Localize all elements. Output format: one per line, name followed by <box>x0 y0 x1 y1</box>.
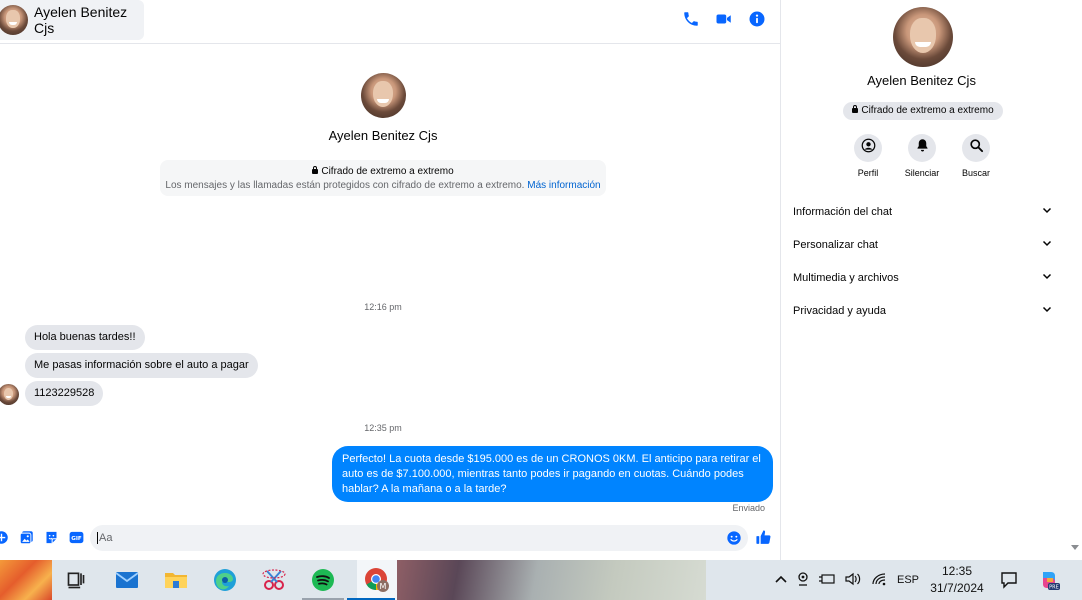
lock-icon <box>312 166 319 174</box>
sticker-icon[interactable] <box>44 530 59 545</box>
details-actions: Perfil Silenciar Buscar <box>841 134 1003 178</box>
chevron-down-icon <box>1041 270 1053 285</box>
details-avatar[interactable] <box>893 7 953 67</box>
section-privacy-help[interactable]: Privacidad y ayuda <box>793 294 1053 327</box>
clock-date: 31/7/2024 <box>930 581 984 595</box>
clock[interactable]: 12:35 31/7/2024 <box>928 563 986 597</box>
profile-button[interactable]: Perfil <box>841 134 895 178</box>
search-icon <box>969 138 984 158</box>
task-view-icon[interactable] <box>62 566 90 594</box>
copilot-icon[interactable]: PRE <box>1038 569 1060 596</box>
scroll-down-arrow[interactable] <box>1071 545 1079 550</box>
system-tray: ESP <box>775 560 919 600</box>
outgoing-message[interactable]: Perfecto! La cuota desde $195.000 es de … <box>332 446 773 502</box>
incoming-message[interactable]: Me pasas información sobre el auto a pag… <box>25 353 258 378</box>
windows-taskbar: M ESP 12:35 31/7/2024 PRE <box>0 560 1082 600</box>
mute-label: Silenciar <box>904 168 940 178</box>
svg-text:M: M <box>380 582 387 591</box>
message-composer: GIF Aa <box>0 522 780 554</box>
chevron-down-icon <box>1041 303 1053 318</box>
conversation-profile: Ayelen Benitez Cjs <box>0 73 766 143</box>
encryption-title: Cifrado de extremo a extremo <box>160 166 606 177</box>
phone-icon[interactable] <box>682 10 700 28</box>
search-button[interactable]: Buscar <box>949 134 1003 178</box>
chevron-up-icon[interactable] <box>775 573 787 588</box>
edge-browser-icon[interactable] <box>211 566 239 594</box>
profile-label: Perfil <box>857 168 879 178</box>
message-sender-avatar <box>0 384 19 405</box>
header-contact-button[interactable]: Ayelen Benitez Cjs <box>0 0 144 40</box>
gif-icon[interactable]: GIF <box>69 530 84 545</box>
clock-time: 12:35 <box>941 564 973 578</box>
gallery-icon[interactable] <box>19 530 34 545</box>
bell-icon <box>915 138 930 158</box>
svg-text:GIF: GIF <box>71 536 82 542</box>
profile-avatar[interactable] <box>360 73 406 118</box>
emoji-icon[interactable] <box>726 530 742 551</box>
text-caret <box>97 532 98 545</box>
volume-icon[interactable] <box>845 572 861 589</box>
search-label: Buscar <box>961 168 990 178</box>
encryption-badge[interactable]: Cifrado de extremo a extremo <box>843 102 1003 120</box>
chat-header: Ayelen Benitez Cjs <box>0 0 780 44</box>
info-icon[interactable] <box>748 10 766 28</box>
file-explorer-icon[interactable] <box>162 566 190 594</box>
details-name: Ayelen Benitez Cjs <box>867 73 976 88</box>
section-customize-chat[interactable]: Personalizar chat <box>793 228 1053 261</box>
chat-details-panel: Ayelen Benitez Cjs Cifrado de extremo a … <box>781 0 1082 560</box>
webcam-icon[interactable] <box>797 571 809 589</box>
chevron-down-icon <box>1041 204 1053 219</box>
snipping-tool-icon[interactable] <box>260 566 288 594</box>
mail-icon[interactable] <box>113 566 141 594</box>
header-avatar <box>0 5 28 35</box>
plus-circle-icon[interactable] <box>0 530 9 545</box>
incoming-message[interactable]: 1123229528 <box>25 381 104 406</box>
incoming-message[interactable]: Hola buenas tardes!! <box>25 325 145 350</box>
mute-button[interactable]: Silenciar <box>895 134 949 178</box>
chevron-down-icon <box>1041 237 1053 252</box>
svg-text:PRE: PRE <box>1049 585 1059 591</box>
more-info-link[interactable]: Más información <box>527 180 600 191</box>
wifi-icon[interactable] <box>871 572 887 589</box>
thumbs-up-icon[interactable] <box>755 529 772 551</box>
section-media-files[interactable]: Multimedia y archivos <box>793 261 1053 294</box>
chat-panel: Ayelen Benitez Cjs Ayelen Benitez Cjs Ci… <box>0 0 780 560</box>
profile-icon <box>861 138 876 158</box>
encryption-notice: Cifrado de extremo a extremo Los mensaje… <box>160 160 606 196</box>
composer-toolbar: GIF <box>0 530 84 545</box>
header-contact-name: Ayelen Benitez Cjs <box>34 4 128 36</box>
notification-icon[interactable] <box>1000 571 1018 594</box>
battery-plug-icon[interactable] <box>819 573 835 588</box>
details-sections: Información del chat Personalizar chat M… <box>793 195 1053 327</box>
chrome-browser-icon[interactable]: M <box>357 560 397 600</box>
wallpaper-strip <box>0 560 52 600</box>
message-timestamp: 12:16 pm <box>364 302 402 312</box>
profile-name: Ayelen Benitez Cjs <box>328 128 438 143</box>
video-icon[interactable] <box>715 10 733 28</box>
encryption-description: Los mensajes y las llamadas están proteg… <box>165 180 601 191</box>
wallpaper-strip <box>396 560 706 600</box>
language-indicator[interactable]: ESP <box>897 574 919 586</box>
message-input[interactable]: Aa <box>90 525 748 551</box>
lock-icon <box>852 105 859 113</box>
section-chat-info[interactable]: Información del chat <box>793 195 1053 228</box>
message-status: Enviado <box>732 503 765 513</box>
spotify-icon[interactable] <box>309 566 337 594</box>
message-timestamp: 12:35 pm <box>364 423 402 433</box>
header-actions <box>682 10 766 28</box>
